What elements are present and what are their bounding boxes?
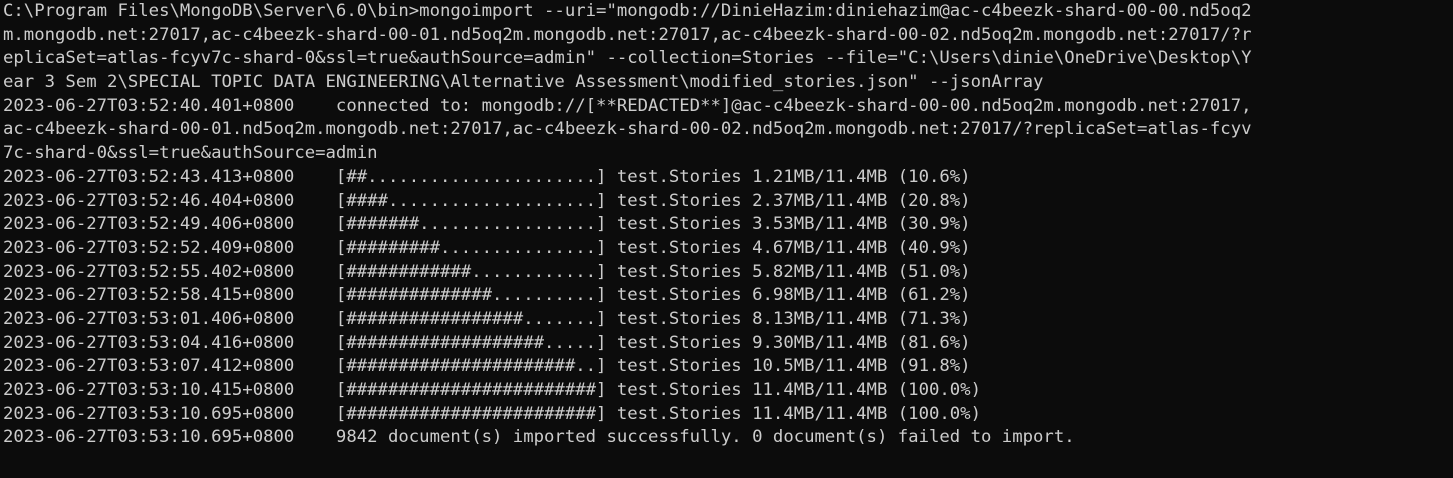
progress-line: 2023-06-27T03:52:46.404+0800 [####......… <box>3 190 971 211</box>
output-line-connected: 2023-06-27T03:52:40.401+0800 connected t… <box>3 95 1252 116</box>
command-line: C:\Program Files\MongoDB\Server\6.0\bin>… <box>3 1 1252 21</box>
command-line-wrap: ear 3 Sem 2\SPECIAL TOPIC DATA ENGINEERI… <box>3 72 1044 93</box>
terminal-window[interactable]: C:\Program Files\MongoDB\Server\6.0\bin>… <box>0 0 1453 478</box>
command-line-wrap: m.mongodb.net:27017,ac-c4beezk-shard-00-… <box>3 24 1252 45</box>
progress-line: 2023-06-27T03:53:04.416+0800 [##########… <box>3 332 971 353</box>
progress-line: 2023-06-27T03:52:49.406+0800 [#######...… <box>3 214 971 235</box>
command-line-wrap: eplicaSet=atlas-fcyv7c-shard-0&ssl=true&… <box>3 48 1252 69</box>
output-line-connected-wrap: 7c-shard-0&ssl=true&authSource=admin <box>3 143 378 164</box>
progress-line: 2023-06-27T03:53:10.695+0800 [##########… <box>3 403 981 424</box>
progress-line: 2023-06-27T03:53:01.406+0800 [##########… <box>3 308 971 329</box>
progress-line: 2023-06-27T03:53:07.412+0800 [##########… <box>3 356 971 377</box>
progress-line: 2023-06-27T03:52:58.415+0800 [##########… <box>3 285 971 306</box>
output-line-connected-wrap: ac-c4beezk-shard-00-01.nd5oq2m.mongodb.n… <box>3 119 1252 140</box>
progress-line: 2023-06-27T03:52:55.402+0800 [##########… <box>3 261 971 282</box>
progress-line: 2023-06-27T03:52:43.413+0800 [##........… <box>3 166 971 187</box>
progress-line: 2023-06-27T03:53:10.415+0800 [##########… <box>3 380 981 400</box>
progress-line: 2023-06-27T03:52:52.409+0800 [#########.… <box>3 237 971 258</box>
import-summary-line: 2023-06-27T03:53:10.695+0800 9842 docume… <box>3 427 1075 448</box>
